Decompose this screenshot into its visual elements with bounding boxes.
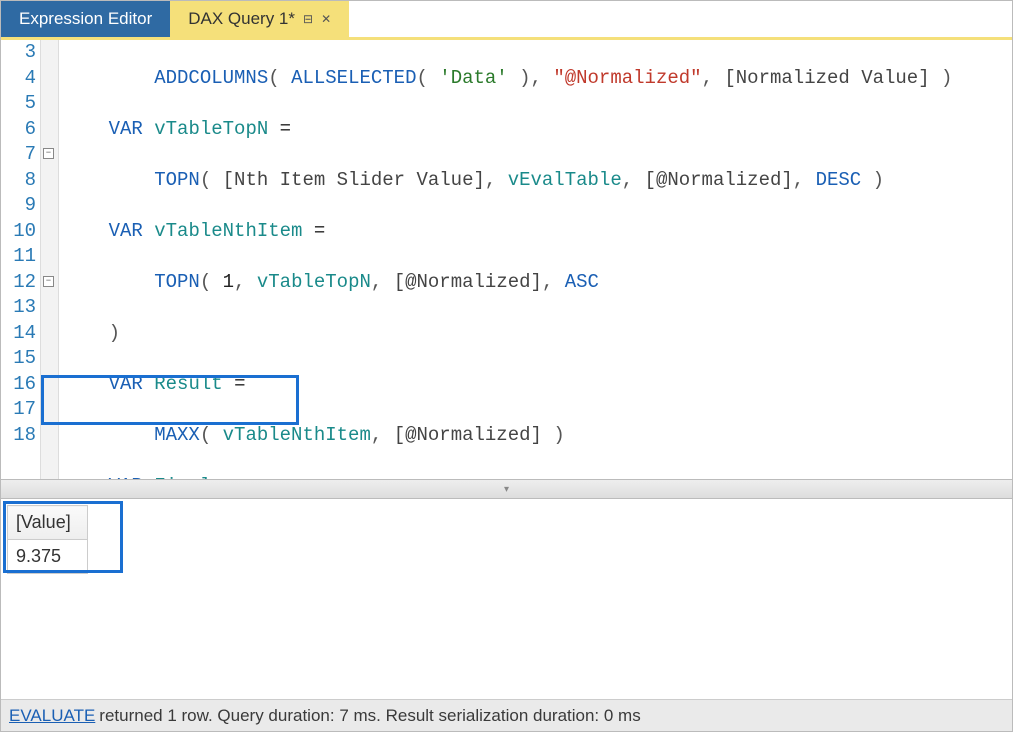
- result-column-header[interactable]: [Value]: [8, 506, 88, 540]
- status-evaluate-link[interactable]: EVALUATE: [9, 706, 95, 726]
- horizontal-splitter[interactable]: ▾: [1, 479, 1012, 499]
- line-number-gutter: 3 4 5 6 7 8 9 10 11 12 13 14 15 16 17 18: [1, 40, 41, 479]
- fold-toggle[interactable]: −: [43, 148, 54, 159]
- tab-label: DAX Query 1*: [188, 9, 295, 29]
- result-table: [Value] 9.375: [7, 505, 88, 574]
- tab-bar: Expression Editor DAX Query 1* ⊟ ✕: [1, 1, 1012, 37]
- fold-toggle[interactable]: −: [43, 276, 54, 287]
- status-text: returned 1 row. Query duration: 7 ms. Re…: [99, 706, 640, 726]
- tab-expression-editor[interactable]: Expression Editor: [1, 1, 170, 37]
- grip-icon: ▾: [504, 484, 509, 495]
- status-bar: EVALUATE returned 1 row. Query duration:…: [1, 699, 1012, 731]
- code-content[interactable]: ADDCOLUMNS( ALLSELECTED( 'Data' ), "@Nor…: [59, 40, 1012, 479]
- close-icon[interactable]: ✕: [321, 12, 331, 26]
- results-grid[interactable]: [Value] 9.375: [1, 499, 1012, 699]
- fold-column: − −: [41, 40, 59, 479]
- code-editor[interactable]: 3 4 5 6 7 8 9 10 11 12 13 14 15 16 17 18…: [1, 40, 1012, 479]
- tab-label: Expression Editor: [19, 9, 152, 29]
- pin-icon[interactable]: ⊟: [303, 12, 313, 26]
- tab-dax-query[interactable]: DAX Query 1* ⊟ ✕: [170, 1, 349, 37]
- result-cell[interactable]: 9.375: [8, 540, 88, 574]
